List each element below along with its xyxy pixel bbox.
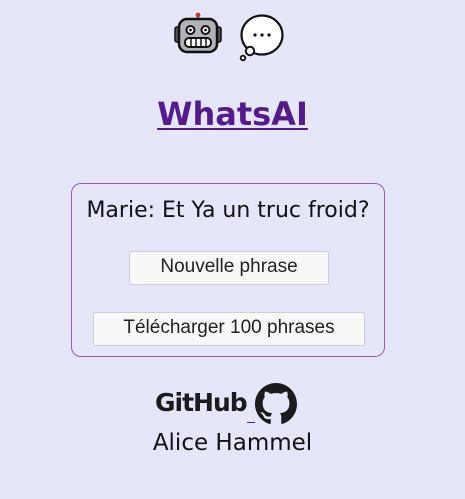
link-underline [247, 422, 255, 423]
github-octocat-icon [255, 383, 297, 424]
github-wordmark: GitHub [155, 388, 248, 417]
phrase-card: Marie: Et Ya un truc froid? Nouvelle phr… [71, 183, 385, 357]
page-title-link[interactable]: WhatsAI [0, 94, 465, 134]
thought-bubble-icon [239, 14, 284, 62]
header-icons [0, 12, 465, 64]
robot-icon [174, 12, 222, 54]
new-phrase-button[interactable]: Nouvelle phrase [129, 251, 329, 285]
download-phrases-button[interactable]: Télécharger 100 phrases [93, 312, 365, 346]
author-name: Alice Hammel [152, 430, 313, 456]
github-link[interactable]: GitHub [155, 382, 300, 426]
generated-phrase: Marie: Et Ya un truc froid? [86, 198, 370, 223]
